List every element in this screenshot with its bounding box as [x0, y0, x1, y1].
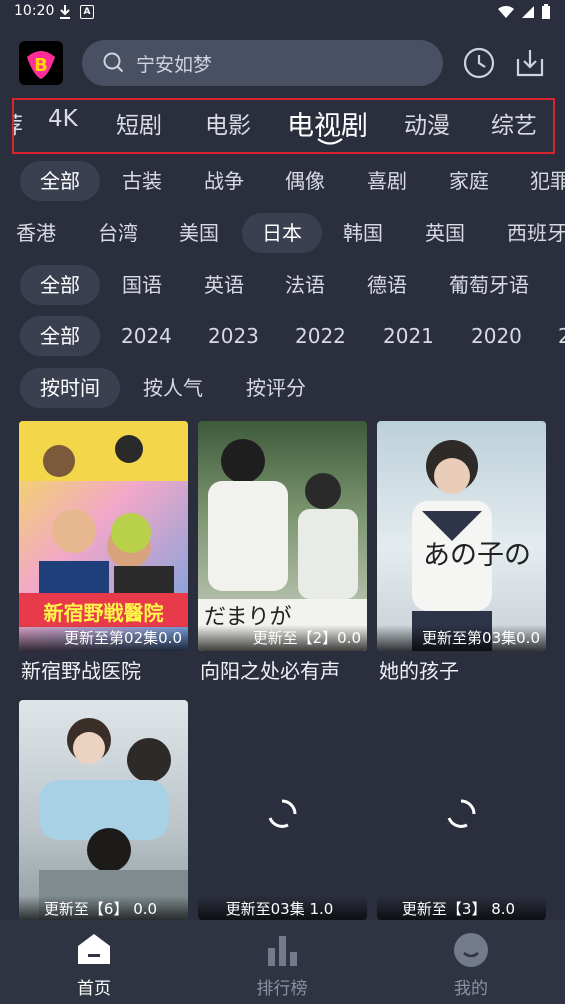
- category-tabs: 荐 4K 短剧 电影 电视剧 动漫 综艺: [12, 98, 555, 154]
- search-text: 宁安如梦: [136, 53, 213, 76]
- nav-mine[interactable]: 我的: [411, 920, 531, 1004]
- home-icon: [78, 934, 110, 964]
- genre-chip[interactable]: 偶像: [285, 161, 325, 201]
- region-chip[interactable]: 韩国: [343, 213, 383, 253]
- tab-movie[interactable]: 电影: [205, 106, 251, 140]
- status-right-icons: [497, 4, 551, 20]
- search-icon: [103, 52, 124, 73]
- bottom-navigation: 首页 排行榜 我的: [0, 920, 565, 1004]
- episode-badge: 更新至第03集0.0: [377, 625, 546, 651]
- year-chip[interactable]: 2023: [208, 316, 259, 356]
- tab-partial[interactable]: 荐: [14, 106, 23, 140]
- wifi-icon: [498, 5, 514, 18]
- svg-text:B: B: [34, 55, 48, 76]
- nav-home-label: 首页: [77, 979, 111, 999]
- genre-chip[interactable]: 犯罪: [530, 161, 565, 201]
- tab-short-drama[interactable]: 短剧: [116, 106, 162, 140]
- download-status-icon: [58, 4, 72, 24]
- language-filter-row: 全部 国语 英语 法语 德语 葡萄牙语: [0, 265, 565, 305]
- card-title: 向阳之处必有声: [200, 659, 340, 683]
- tab-variety[interactable]: 综艺: [491, 106, 537, 140]
- genre-chip[interactable]: 家庭: [449, 161, 489, 201]
- year-chip[interactable]: 2021: [383, 316, 434, 356]
- year-filter-row: 全部 2024 2023 2022 2021 2020 2: [0, 316, 565, 356]
- region-chip[interactable]: 台湾: [98, 213, 138, 253]
- poster-art: [39, 718, 188, 920]
- sort-filter-row: 按时间 按人气 按评分: [0, 368, 565, 408]
- poster-banner-text: 新宿野戦醫院: [43, 601, 164, 625]
- language-chip[interactable]: 国语: [122, 265, 162, 305]
- active-tab-indicator: [317, 138, 343, 145]
- year-chip[interactable]: 2024: [121, 316, 172, 356]
- year-chip[interactable]: 2: [558, 316, 565, 356]
- profile-icon: [454, 933, 488, 967]
- search-bar[interactable]: 宁安如梦: [82, 40, 443, 86]
- nav-ranking[interactable]: 排行榜: [222, 920, 342, 1004]
- app-notification-icon: A: [80, 5, 94, 19]
- episode-badge: 更新至【6】 0.0: [19, 896, 188, 920]
- language-chip-all[interactable]: 全部: [20, 265, 100, 305]
- language-chip[interactable]: 英语: [204, 265, 244, 305]
- region-chip[interactable]: 香港: [16, 213, 56, 253]
- genre-chip[interactable]: 战争: [204, 161, 244, 201]
- region-chip[interactable]: 美国: [179, 213, 219, 253]
- genre-filter-row: 全部 古装 战争 偶像 喜剧 家庭 犯罪: [0, 161, 565, 201]
- region-filter-row: 香港 台湾 美国 日本 韩国 英国 西班牙: [0, 213, 565, 253]
- language-chip[interactable]: 葡萄牙语: [449, 265, 529, 305]
- sort-chip-popularity[interactable]: 按人气: [143, 368, 203, 408]
- poster-image: だまりが 更新至【2】0.0: [198, 421, 367, 651]
- region-chip[interactable]: 英国: [425, 213, 465, 253]
- episode-badge: 更新至【3】 8.0: [377, 896, 546, 920]
- history-button[interactable]: [462, 46, 496, 80]
- clock-icon: [463, 47, 495, 79]
- year-chip-all[interactable]: 全部: [20, 316, 100, 356]
- sort-chip-time[interactable]: 按时间: [20, 368, 120, 408]
- battery-icon: [542, 4, 550, 19]
- status-bar: 10:20 A: [0, 0, 565, 24]
- nav-home[interactable]: 首页: [34, 920, 154, 1004]
- download-button[interactable]: [513, 46, 547, 80]
- language-chip[interactable]: 德语: [367, 265, 407, 305]
- loading-spinner-icon: [447, 799, 476, 828]
- card-title: 新宿野战医院: [21, 659, 141, 683]
- app-logo[interactable]: B: [19, 41, 63, 85]
- loading-spinner-icon: [268, 799, 297, 828]
- language-chip[interactable]: 法语: [285, 265, 325, 305]
- bar-chart-icon: [268, 936, 297, 966]
- poster-image: あの子の 更新至第03集0.0: [377, 421, 546, 651]
- genre-chip[interactable]: 喜剧: [367, 161, 407, 201]
- card-title: 她的孩子: [379, 659, 459, 683]
- episode-badge: 更新至03集 1.0: [198, 896, 367, 920]
- poster-placeholder: 更新至03集 1.0: [198, 700, 367, 920]
- nav-ranking-label: 排行榜: [256, 979, 308, 999]
- episode-badge: 更新至第02集0.0: [19, 625, 188, 651]
- tab-4k[interactable]: 4K: [48, 106, 78, 132]
- tab-anime[interactable]: 动漫: [404, 106, 450, 140]
- region-chip[interactable]: 西班牙: [507, 213, 565, 253]
- nav-mine-label: 我的: [454, 979, 488, 999]
- region-chip-japan[interactable]: 日本: [242, 213, 322, 253]
- year-chip[interactable]: 2020: [471, 316, 522, 356]
- signal-icon: [522, 6, 534, 18]
- sort-chip-rating[interactable]: 按评分: [246, 368, 306, 408]
- poster-image: 更新至【6】 0.0: [19, 700, 188, 920]
- poster-title-text: あの子の: [423, 540, 531, 571]
- top-bar: B 宁安如梦: [0, 38, 565, 90]
- download-icon: [516, 50, 544, 77]
- genre-chip-all[interactable]: 全部: [20, 161, 100, 201]
- poster-image: 新宿野戦醫院 更新至第02集0.0: [19, 421, 188, 651]
- year-chip[interactable]: 2022: [295, 316, 346, 356]
- episode-badge: 更新至【2】0.0: [198, 625, 367, 651]
- status-time: 10:20: [14, 3, 55, 19]
- poster-placeholder: 更新至【3】 8.0: [377, 700, 546, 920]
- genre-chip[interactable]: 古装: [122, 161, 162, 201]
